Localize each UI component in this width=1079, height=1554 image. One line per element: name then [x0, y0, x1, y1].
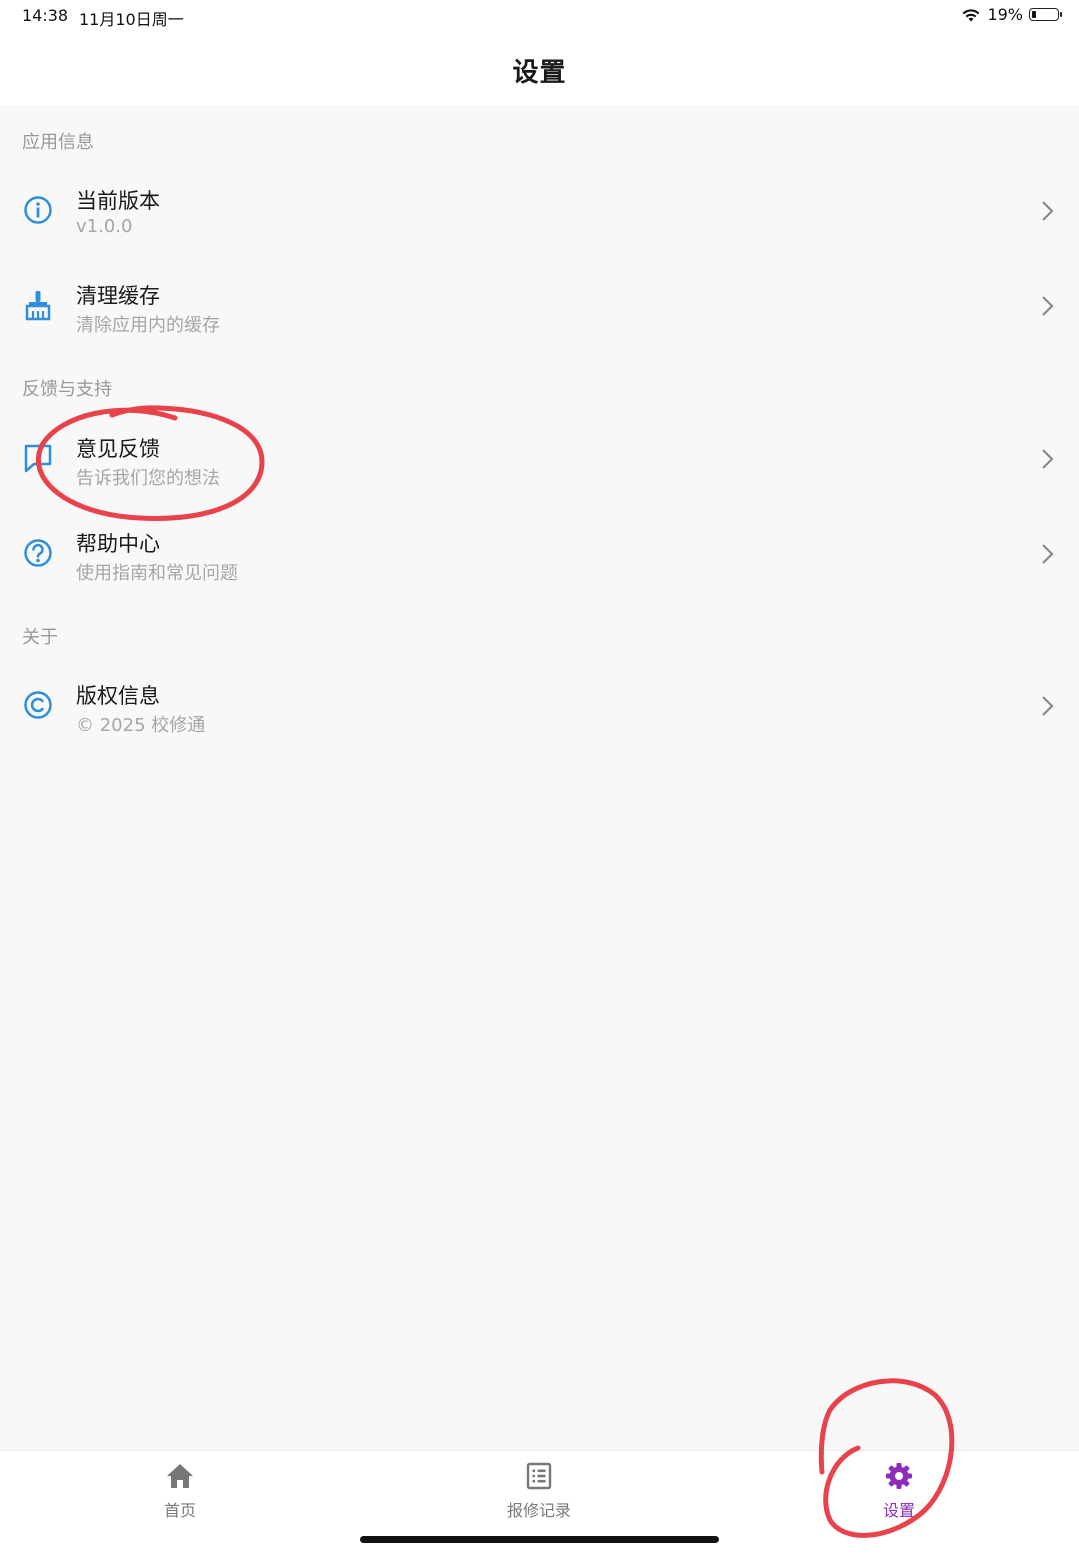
- battery-icon: [1029, 8, 1062, 21]
- broom-icon: [25, 291, 51, 321]
- tab-label: 设置: [882, 1501, 915, 1520]
- status-bar: 14:38 11月10日周一 19%: [0, 0, 1079, 34]
- chevron-right-icon: [1042, 696, 1054, 716]
- chevron-right-icon: [1042, 449, 1054, 469]
- row-title: 帮助中心: [76, 532, 160, 556]
- chevron-right-icon: [1042, 544, 1054, 564]
- row-help-center[interactable]: 帮助中心 使用指南和常见问题: [0, 508, 1079, 598]
- help-icon: [24, 539, 52, 567]
- status-time: 14:38: [22, 6, 69, 25]
- battery-percent: 19%: [987, 5, 1023, 24]
- feedback-icon: [24, 444, 52, 473]
- gear-icon: [886, 1463, 912, 1489]
- list-icon: [526, 1462, 552, 1490]
- home-indicator: [360, 1536, 719, 1543]
- row-subtitle: © 2025 校修通: [76, 715, 206, 736]
- section-title-app-info: 应用信息: [22, 132, 94, 153]
- home-icon: [167, 1464, 193, 1488]
- section-title-feedback-support: 反馈与支持: [22, 379, 112, 400]
- copyright-icon: [24, 691, 52, 719]
- row-subtitle: 告诉我们您的想法: [76, 468, 220, 489]
- row-clear-cache[interactable]: 清理缓存 清除应用内的缓存: [0, 260, 1079, 350]
- page-header: 设置: [0, 34, 1079, 105]
- row-title: 版权信息: [76, 684, 160, 708]
- chevron-right-icon: [1042, 296, 1054, 316]
- tab-home[interactable]: 首页: [120, 1461, 240, 1521]
- row-feedback[interactable]: 意见反馈 告诉我们您的想法: [0, 413, 1079, 503]
- tab-repair-records[interactable]: 报修记录: [479, 1461, 599, 1521]
- status-date: 11月10日周一: [79, 10, 184, 29]
- section-title-about: 关于: [22, 627, 58, 648]
- info-icon: [24, 196, 52, 224]
- wifi-icon: [963, 8, 980, 21]
- row-title: 当前版本: [76, 189, 160, 213]
- row-subtitle: 使用指南和常见问题: [76, 563, 238, 584]
- row-current-version[interactable]: 当前版本 v1.0.0: [0, 165, 1079, 255]
- tab-label: 首页: [163, 1501, 196, 1520]
- page-title: 设置: [512, 58, 567, 88]
- settings-screen: 14:38 11月10日周一 19% 设置 应用信息 当前版本 v1.0.0 清…: [0, 0, 1079, 1554]
- tab-settings[interactable]: 设置: [839, 1461, 959, 1521]
- battery-fill: [1032, 11, 1037, 18]
- row-copyright[interactable]: 版权信息 © 2025 校修通: [0, 660, 1079, 750]
- row-subtitle: v1.0.0: [76, 216, 133, 237]
- tab-label: 报修记录: [506, 1501, 571, 1520]
- row-title: 意见反馈: [76, 437, 160, 461]
- row-title: 清理缓存: [76, 284, 160, 308]
- status-right: 19%: [961, 5, 1062, 24]
- chevron-right-icon: [1042, 201, 1054, 221]
- row-subtitle: 清除应用内的缓存: [76, 315, 220, 336]
